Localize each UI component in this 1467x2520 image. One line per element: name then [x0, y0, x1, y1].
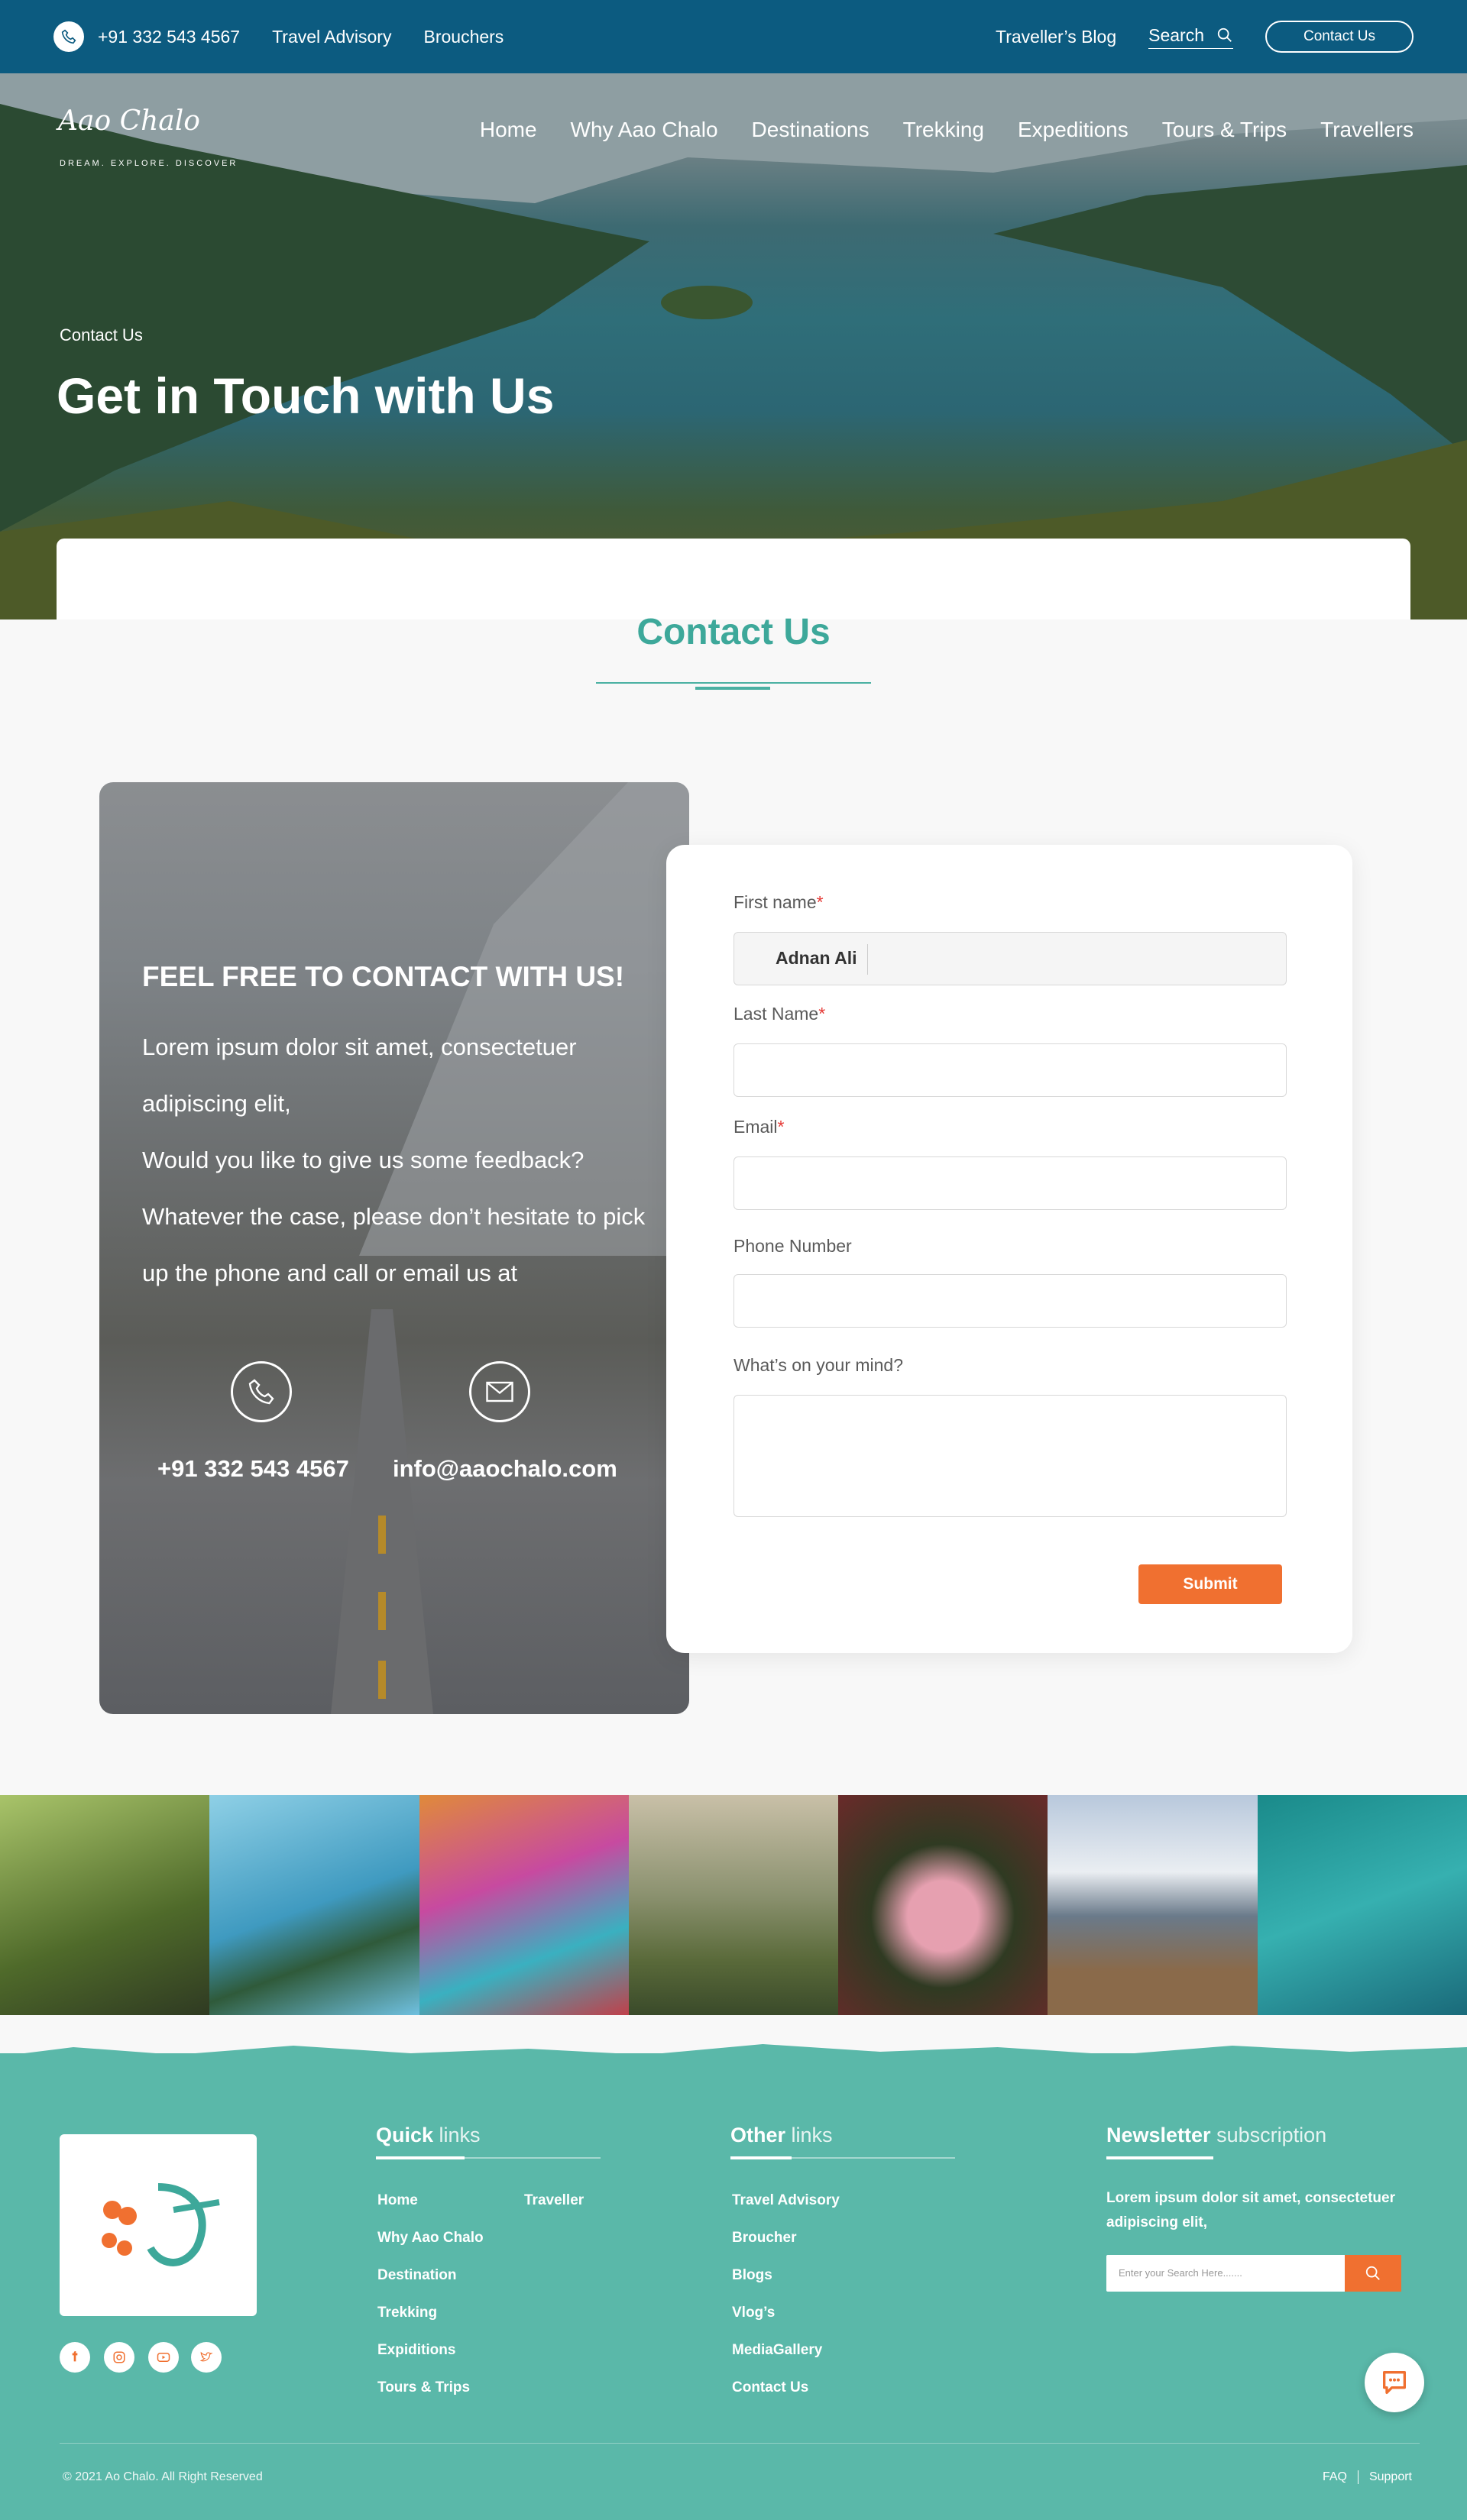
panel-text-feedback: Would you like to give us some feedback?… [142, 1147, 646, 1286]
title-divider-accent [695, 687, 770, 690]
email-label: Email* [734, 1117, 785, 1137]
footer-link-tours-trips[interactable]: Tours & Trips [377, 2379, 470, 2396]
contact-us-button[interactable]: Contact Us [1265, 21, 1414, 53]
last-name-label: Last Name* [734, 1004, 826, 1024]
gallery-image-hiker[interactable] [0, 1795, 210, 2015]
gallery-image-island[interactable] [209, 1795, 419, 2015]
footer-link-contact-us[interactable]: Contact Us [732, 2379, 808, 2396]
footer-link-faq[interactable]: FAQ [1323, 2470, 1347, 2484]
content-card-top [57, 539, 1410, 619]
youtube-icon[interactable] [148, 2342, 179, 2373]
first-name-field[interactable]: Adnan Ali [734, 932, 1287, 985]
copyright-text: © 2021 Ao Chalo. All Right Reserved [63, 2470, 263, 2483]
footer-divider [60, 2443, 1420, 2444]
gallery-image-boat[interactable] [1257, 1795, 1467, 2015]
footer-link-travel-advisory[interactable]: Travel Advisory [732, 2192, 840, 2209]
footer-link-vlogs[interactable]: Vlog’s [732, 2305, 775, 2321]
other-links-underline [730, 2156, 955, 2159]
newsletter-search-button[interactable] [1345, 2255, 1401, 2292]
twitter-icon[interactable] [191, 2342, 222, 2373]
first-name-label: First name* [734, 892, 824, 912]
nav-item-tours-trips[interactable]: Tours & Trips [1162, 118, 1287, 142]
hero-banner: Aao Chalo DREAM. EXPLORE. DISCOVER Home … [0, 73, 1467, 619]
footer-link-destination[interactable]: Destination [377, 2267, 456, 2284]
topbar-link-blog[interactable]: Traveller’s Blog [996, 27, 1116, 47]
gallery-image-mountains[interactable] [1048, 1795, 1258, 2015]
footer-link-home[interactable]: Home [377, 2192, 418, 2209]
panel-title: FEEL FREE TO CONTACT WITH US! [142, 961, 625, 992]
road-shape [329, 1309, 436, 1714]
footer-link-trekking[interactable]: Trekking [377, 2305, 437, 2321]
page-title: Get in Touch with Us [57, 367, 555, 424]
other-links-heading: Other links [730, 2124, 833, 2146]
phone-number-label: Phone Number [734, 1236, 852, 1256]
breadcrumb[interactable]: Contact Us [60, 325, 143, 345]
footer-link-blogs[interactable]: Blogs [732, 2267, 772, 2284]
footer-logo-graphic [102, 2183, 220, 2266]
topbar-link-travel-advisory[interactable]: Travel Advisory [272, 27, 391, 47]
road-dash [378, 1516, 386, 1554]
panel-email[interactable]: info@aaochalo.com [393, 1455, 617, 1483]
footer-logo[interactable] [60, 2134, 257, 2316]
phone-icon[interactable] [231, 1361, 292, 1422]
first-name-value: Adnan Ali [776, 948, 857, 968]
email-icon[interactable] [469, 1361, 530, 1422]
footer-bottom-links: FAQ Support [1323, 2470, 1412, 2484]
input-separator [867, 944, 868, 975]
topbar-phone[interactable]: +91 332 543 4567 [98, 27, 240, 47]
footer-link-why-aao-chalo[interactable]: Why Aao Chalo [377, 2230, 484, 2247]
nav-item-expeditions[interactable]: Expeditions [1018, 118, 1129, 142]
road-dash [378, 1592, 386, 1630]
topbar-search[interactable]: Search [1148, 25, 1233, 49]
site-logo[interactable]: Aao Chalo DREAM. EXPLORE. DISCOVER [58, 92, 235, 176]
footer-link-expiditions[interactable]: Expiditions [377, 2342, 455, 2359]
nav-item-why-aao-chalo[interactable]: Why Aao Chalo [571, 118, 718, 142]
newsletter-text: Lorem ipsum dolor sit amet, consectetuer… [1106, 2190, 1395, 2230]
newsletter-heading: Newsletter subscription [1106, 2124, 1327, 2146]
logo-tagline: DREAM. EXPLORE. DISCOVER [60, 159, 238, 168]
title-divider [596, 682, 871, 684]
nav-item-travellers[interactable]: Travellers [1320, 118, 1414, 142]
newsletter-underline [1106, 2156, 1331, 2159]
phone-number-field[interactable] [734, 1274, 1287, 1328]
footer-link-mediagallery[interactable]: MediaGallery [732, 2342, 822, 2359]
newsletter-email-input[interactable]: Enter your Search Here....... [1106, 2255, 1345, 2292]
gallery-image-food[interactable] [838, 1795, 1048, 2015]
message-label: What’s on your mind? [734, 1355, 904, 1375]
gallery-image-holi[interactable] [419, 1795, 629, 2015]
road-dash [378, 1661, 386, 1699]
nav-item-home[interactable]: Home [480, 118, 537, 142]
search-label: Search [1148, 24, 1204, 45]
section-title: Contact Us [636, 612, 831, 652]
quick-links-underline [376, 2156, 601, 2159]
panel-phone[interactable]: +91 332 543 4567 [157, 1455, 349, 1483]
photo-gallery [0, 1795, 1467, 2015]
panel-text-intro: Lorem ipsum dolor sit amet, consectetuer… [142, 1034, 577, 1117]
footer-link-broucher[interactable]: Broucher [732, 2230, 796, 2247]
facebook-icon[interactable] [60, 2342, 90, 2373]
hero-landscape-image [0, 73, 1467, 619]
email-field[interactable] [734, 1156, 1287, 1210]
phone-icon [53, 21, 84, 52]
search-icon [1365, 2266, 1380, 2280]
topbar-link-brouchers[interactable]: Brouchers [423, 27, 504, 47]
chat-icon[interactable] [1365, 2353, 1424, 2412]
panel-text: Lorem ipsum dolor sit amet, consectetuer… [142, 1019, 662, 1302]
nav-item-trekking[interactable]: Trekking [903, 118, 984, 142]
top-bar: +91 332 543 4567 Travel Advisory Brouche… [0, 0, 1467, 73]
search-icon [1217, 27, 1232, 42]
footer-link-support[interactable]: Support [1369, 2470, 1412, 2484]
newsletter-placeholder: Enter your Search Here....... [1119, 2267, 1242, 2279]
footer-link-separator [1357, 2470, 1359, 2484]
nav-item-destinations[interactable]: Destinations [752, 118, 870, 142]
gallery-image-coast[interactable] [628, 1795, 839, 2015]
submit-button[interactable]: Submit [1138, 1564, 1282, 1604]
last-name-field[interactable] [734, 1043, 1287, 1097]
logo-text: Aao Chalo [58, 105, 200, 137]
quick-links-heading: Quick links [376, 2124, 481, 2146]
footer-link-traveller[interactable]: Traveller [524, 2192, 584, 2209]
message-textarea[interactable] [734, 1395, 1287, 1517]
instagram-icon[interactable] [104, 2342, 134, 2373]
main-nav: Home Why Aao Chalo Destinations Trekking… [480, 118, 1414, 142]
